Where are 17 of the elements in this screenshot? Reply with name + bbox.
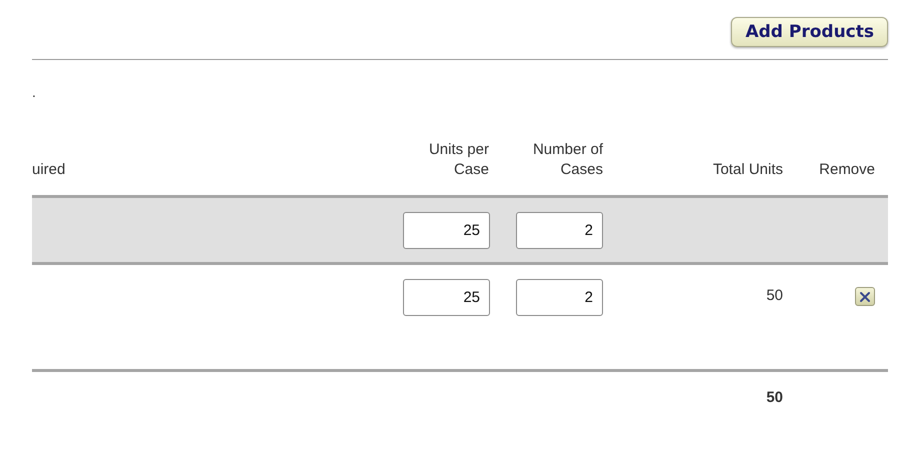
total-units-cell: 50 bbox=[766, 287, 783, 304]
column-header: Total Units bbox=[712, 160, 783, 180]
add-products-button[interactable]: Add Products bbox=[731, 17, 888, 47]
units-per-case-field[interactable]: 25 bbox=[403, 279, 490, 316]
table-row[interactable]: 25 2 bbox=[32, 198, 888, 265]
column-header: Remove bbox=[819, 160, 875, 180]
note-text: . bbox=[32, 83, 36, 102]
close-icon bbox=[859, 290, 871, 302]
column-header: Units per Case bbox=[428, 140, 489, 180]
number-of-cases-field[interactable]: 2 bbox=[516, 212, 603, 248]
grand-total: 50 bbox=[766, 388, 783, 406]
column-header: Number of Cases bbox=[532, 140, 603, 180]
number-of-cases-field[interactable]: 2 bbox=[516, 279, 603, 316]
table-row[interactable]: 25 2 50 bbox=[32, 265, 888, 372]
column-header: uired bbox=[32, 160, 66, 180]
units-per-case-field[interactable]: 25 bbox=[403, 212, 490, 248]
remove-button[interactable] bbox=[855, 287, 875, 306]
